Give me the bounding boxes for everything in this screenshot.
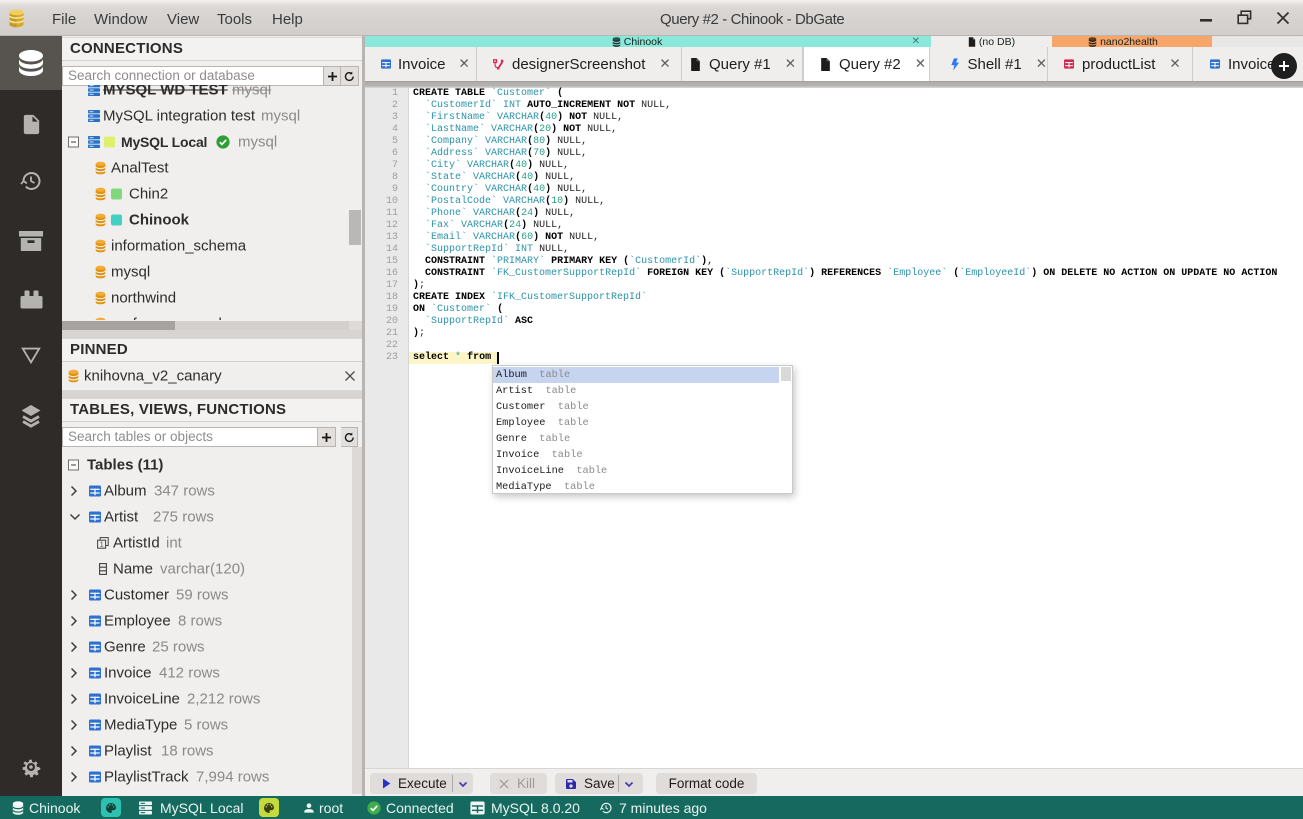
svg-text:1: 1 xyxy=(100,540,104,549)
